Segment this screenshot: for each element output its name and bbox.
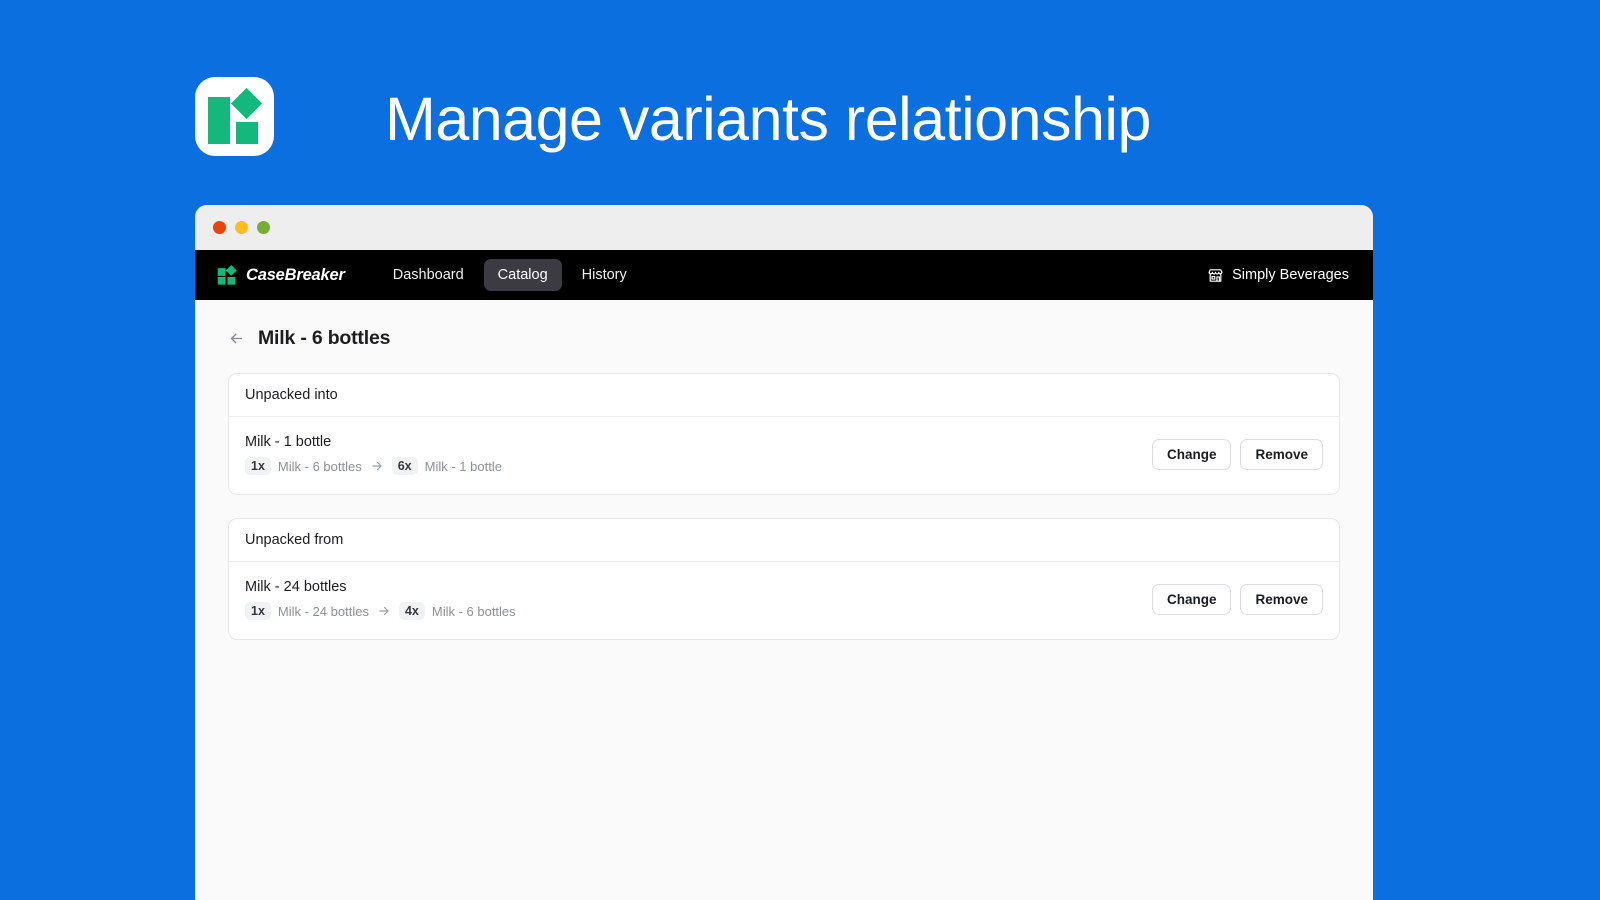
variant-info: Milk - 1 bottle 1x Milk - 6 bottles 6x M… bbox=[245, 434, 502, 475]
promo-banner: Manage variants relationship bbox=[0, 0, 1600, 205]
arrow-right-icon bbox=[372, 461, 382, 471]
store-switcher[interactable]: Simply Beverages bbox=[1207, 267, 1349, 284]
minimize-window-button[interactable] bbox=[235, 221, 248, 234]
maximize-window-button[interactable] bbox=[257, 221, 270, 234]
nav-link-history[interactable]: History bbox=[568, 259, 641, 291]
source-quantity-badge: 1x bbox=[245, 457, 271, 475]
window-titlebar bbox=[195, 205, 1373, 250]
brand-name: CaseBreaker bbox=[246, 265, 345, 284]
page-content: Milk - 6 bottles Unpacked into Milk - 1 … bbox=[195, 300, 1373, 640]
variant-row: Milk - 24 bottles 1x Milk - 24 bottles 4… bbox=[229, 562, 1339, 639]
arrow-right-icon bbox=[379, 606, 389, 616]
close-window-button[interactable] bbox=[213, 221, 226, 234]
variant-title: Milk - 1 bottle bbox=[245, 434, 332, 450]
change-button[interactable]: Change bbox=[1151, 439, 1232, 470]
app-navbar: CaseBreaker Dashboard Catalog History Si… bbox=[195, 250, 1373, 300]
remove-button[interactable]: Remove bbox=[1240, 439, 1323, 470]
card-header: Unpacked from bbox=[229, 519, 1339, 562]
store-name: Simply Beverages bbox=[1232, 267, 1349, 283]
nav-link-catalog[interactable]: Catalog bbox=[483, 259, 562, 291]
storefront-icon bbox=[1208, 268, 1223, 282]
casebreaker-logo-icon bbox=[217, 265, 237, 285]
target-variant-label: Milk - 6 bottles bbox=[431, 603, 516, 619]
variant-info: Milk - 24 bottles 1x Milk - 24 bottles 4… bbox=[245, 579, 516, 620]
nav-link-dashboard[interactable]: Dashboard bbox=[379, 259, 478, 291]
page-header: Milk - 6 bottles bbox=[228, 327, 1340, 350]
source-variant-label: Milk - 6 bottles bbox=[277, 458, 362, 474]
app-icon-glyph bbox=[208, 88, 263, 144]
arrow-left-icon[interactable] bbox=[228, 330, 245, 347]
browser-window: CaseBreaker Dashboard Catalog History Si… bbox=[195, 205, 1373, 900]
page-title: Milk - 6 bottles bbox=[258, 327, 391, 349]
target-quantity-badge: 4x bbox=[398, 602, 425, 620]
promo-headline: Manage variants relationship bbox=[385, 85, 1151, 153]
variant-title: Milk - 24 bottles bbox=[245, 579, 347, 595]
casebreaker-app-icon bbox=[195, 77, 274, 156]
row-actions: Change Remove bbox=[1151, 584, 1323, 615]
change-button[interactable]: Change bbox=[1151, 584, 1232, 615]
card-header: Unpacked into bbox=[229, 374, 1339, 417]
source-variant-label: Milk - 24 bottles bbox=[277, 603, 369, 619]
row-actions: Change Remove bbox=[1151, 439, 1323, 470]
nav-links: Dashboard Catalog History bbox=[379, 259, 641, 291]
unpacked-into-card: Unpacked into Milk - 1 bottle 1x Milk - … bbox=[228, 373, 1340, 495]
variant-row: Milk - 1 bottle 1x Milk - 6 bottles 6x M… bbox=[229, 417, 1339, 494]
conversion-formula: 1x Milk - 6 bottles 6x Milk - 1 bottle bbox=[245, 457, 502, 475]
conversion-formula: 1x Milk - 24 bottles 4x Milk - 6 bottles bbox=[245, 602, 516, 620]
remove-button[interactable]: Remove bbox=[1240, 584, 1323, 615]
unpacked-from-card: Unpacked from Milk - 24 bottles 1x Milk … bbox=[228, 518, 1340, 640]
source-quantity-badge: 1x bbox=[245, 602, 271, 620]
target-quantity-badge: 6x bbox=[391, 457, 418, 475]
brand-logo[interactable]: CaseBreaker bbox=[217, 265, 345, 285]
target-variant-label: Milk - 1 bottle bbox=[424, 458, 502, 474]
